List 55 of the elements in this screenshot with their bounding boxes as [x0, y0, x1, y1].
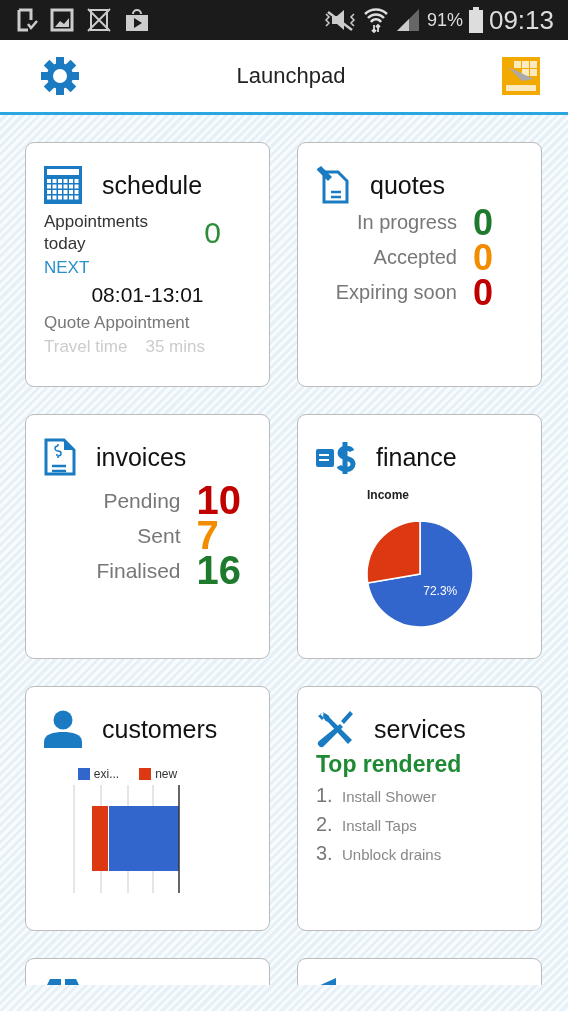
rank-number: 3. — [316, 842, 334, 865]
rank-number: 1. — [316, 784, 334, 807]
stat-value: 0 — [472, 275, 493, 310]
money-icon — [316, 439, 356, 475]
crossed-box-icon — [86, 7, 112, 33]
stat-label: Sent — [136, 523, 181, 548]
appointments-count: 0 — [204, 216, 221, 250]
slice-label: 72.3% — [422, 584, 457, 599]
legend-label: new — [155, 767, 178, 781]
image-icon — [50, 8, 74, 32]
calendar-icon — [44, 166, 82, 204]
tile-title: schedule — [102, 170, 203, 200]
tile-title: quotes — [370, 170, 446, 200]
section-heading: Top rendered — [316, 751, 463, 778]
wifi-icon — [362, 6, 389, 34]
person-icon — [44, 710, 82, 748]
mute-icon — [322, 8, 357, 32]
appointments-label: Appointments today — [44, 211, 149, 255]
tile-card[interactable]: customers exi... new — [25, 686, 270, 931]
document-pencil-icon — [316, 166, 350, 204]
tile-title: services — [374, 714, 466, 744]
service-name: Install Shower — [342, 788, 437, 805]
stat-label: Finalised — [96, 558, 181, 583]
tools-icon — [316, 710, 354, 748]
battery-icon — [468, 7, 483, 33]
tile-title: invoices — [96, 442, 187, 472]
service-name: Install Taps — [342, 817, 417, 834]
appointment-time: 08:01-13:01 — [91, 283, 204, 307]
legend-label: exi... — [93, 767, 120, 781]
service-name: Unblock drains — [342, 846, 442, 863]
settings-icon[interactable] — [40, 56, 80, 96]
screen-title: Launchpad — [236, 63, 346, 89]
rank-number: 2. — [316, 813, 334, 836]
tile-title: customers — [102, 714, 218, 744]
stat-value: 10 — [196, 483, 241, 518]
battery-percentage: 91% — [426, 9, 463, 31]
stat-label: Pending — [102, 488, 181, 513]
stat-value: 16 — [196, 553, 241, 588]
appointment-type: Quote Appointment — [44, 313, 191, 333]
invoice-icon — [44, 438, 76, 476]
stat-label: Accepted — [372, 246, 457, 269]
stat-value: 7 — [196, 518, 219, 553]
shopping-bag-icon — [124, 7, 150, 33]
clock: 09:13 — [488, 4, 554, 36]
stat-value: 0 — [472, 240, 493, 275]
tile-card[interactable]: quotes In progress 0 Accepted 0 Expiring soon 0 — [297, 142, 542, 387]
stat-value: 0 — [472, 205, 493, 240]
next-label: NEXT — [44, 258, 91, 278]
chart-title: Income — [366, 488, 409, 502]
tile-card[interactable]: services Top rendered 1. Install Shower 2. Install Taps 3. Unblock drains — [297, 686, 542, 931]
tile-card[interactable]: finance Income 72.3% — [297, 414, 542, 659]
stat-label: Expiring soon — [335, 281, 457, 304]
tile-card[interactable]: invoices Pending 10 Sent 7 Finalised 16 — [25, 414, 270, 659]
stat-label: In progress — [355, 211, 457, 234]
tile-title: finance — [376, 442, 457, 472]
